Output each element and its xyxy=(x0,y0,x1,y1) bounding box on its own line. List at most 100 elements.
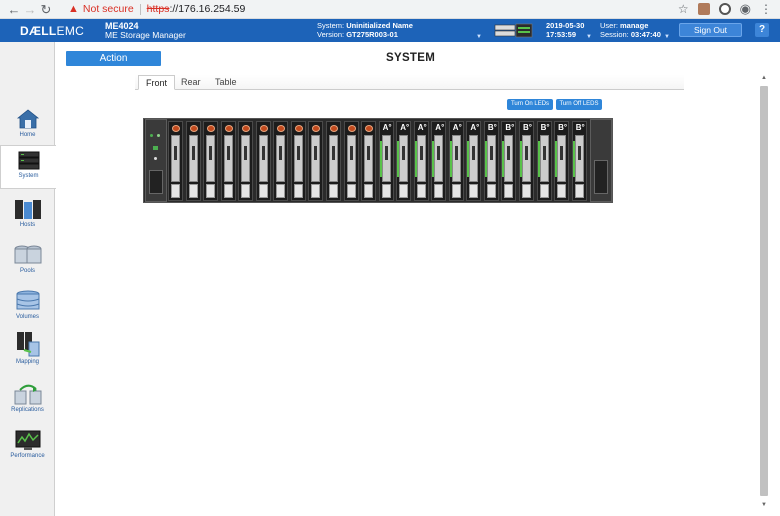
drive-bay[interactable]: B° xyxy=(483,121,499,201)
drive-bay[interactable] xyxy=(168,121,183,201)
drive-bay[interactable]: B° xyxy=(519,121,534,201)
bookmark-star-icon[interactable]: ☆ xyxy=(678,2,689,16)
extension-icon-2[interactable] xyxy=(718,3,731,15)
drive-bay[interactable]: B° xyxy=(536,121,552,201)
drive-handle xyxy=(504,184,514,198)
sidebar-item-replications[interactable]: Replications xyxy=(0,380,55,424)
enclosure-front-view[interactable]: A° A° A° A° A° A° B° B° B° B° B° B° xyxy=(143,118,613,203)
drive-bay[interactable]: A° xyxy=(431,121,447,201)
drive-latch-icon xyxy=(347,125,356,132)
enclosure-right-ear xyxy=(590,119,612,202)
sidebar-item-home[interactable]: Home xyxy=(0,105,55,149)
sidebar-item-mapping[interactable]: Mapping xyxy=(0,328,55,372)
drive-carrier xyxy=(188,135,198,182)
pool-label: B° xyxy=(575,123,585,132)
sidebar-item-performance[interactable]: Performance xyxy=(0,426,55,470)
drive-carrier xyxy=(469,135,479,182)
enclosure-handle xyxy=(149,170,163,194)
drive-carrier xyxy=(206,135,216,182)
tab-front[interactable]: Front xyxy=(138,75,176,90)
scrollbar-thumb[interactable] xyxy=(760,86,768,496)
menu-kebab-icon[interactable]: ⋮ xyxy=(760,2,772,16)
drive-carrier xyxy=(223,135,233,182)
version-label: Version: xyxy=(317,29,345,39)
url-host: ://176.16.254.59 xyxy=(169,3,246,15)
drive-bay[interactable] xyxy=(326,121,341,201)
drive-handle xyxy=(399,184,409,198)
help-button[interactable]: ? xyxy=(755,23,769,37)
drive-bay[interactable]: B° xyxy=(571,121,587,201)
scrollbar[interactable]: ▲ ▼ xyxy=(758,72,770,516)
address-bar[interactable]: ▲ Not secure https://176.16.254.59 xyxy=(68,3,245,15)
datetime-dropdown-icon[interactable]: ▼ xyxy=(586,34,592,40)
back-arrow-icon[interactable]: ← xyxy=(6,0,22,19)
drive-bay[interactable]: A° xyxy=(448,121,464,201)
system-icon xyxy=(18,151,39,170)
drive-bay[interactable] xyxy=(185,121,201,201)
drive-bay[interactable]: B° xyxy=(554,121,570,201)
turn-off-leds-button[interactable]: Turn Off LEDS xyxy=(556,99,602,110)
reload-icon[interactable]: ↻ xyxy=(38,0,54,19)
drive-latch-icon xyxy=(242,125,251,132)
pool-label: B° xyxy=(523,123,532,132)
drive-handle xyxy=(574,184,584,198)
drive-bay[interactable]: B° xyxy=(501,121,517,201)
drive-bay[interactable] xyxy=(255,121,271,201)
drive-bay[interactable] xyxy=(203,121,219,201)
hosts-icon xyxy=(14,200,41,219)
scroll-up-icon[interactable]: ▲ xyxy=(758,75,770,81)
drive-bay[interactable] xyxy=(308,121,324,201)
turn-on-leds-button[interactable]: Turn On LEDs xyxy=(507,99,553,110)
session-label: Session: xyxy=(600,29,629,39)
user-dropdown-icon[interactable]: ▼ xyxy=(664,34,670,40)
sign-out-button[interactable]: Sign Out xyxy=(679,23,742,37)
enclosure-handle xyxy=(594,160,608,194)
sidebar-item-volumes[interactable]: Volumes xyxy=(0,287,55,331)
drive-carrier xyxy=(276,135,286,182)
drive-bay[interactable]: A° xyxy=(466,121,482,201)
tab-table[interactable]: Table xyxy=(208,75,244,90)
sidebar-item-hosts[interactable]: Hosts xyxy=(0,195,55,239)
account-icon[interactable]: ◉ xyxy=(740,1,751,17)
drive-bay[interactable] xyxy=(273,121,289,201)
not-secure-label: Not secure xyxy=(82,3,134,15)
forward-arrow-icon[interactable]: → xyxy=(22,0,38,19)
sidebar-item-system[interactable]: System xyxy=(0,145,56,189)
drive-handle xyxy=(276,184,286,198)
status-led xyxy=(153,146,158,150)
scroll-down-icon[interactable]: ▼ xyxy=(758,502,770,508)
drive-bay[interactable]: A° xyxy=(413,121,429,201)
drive-latch-icon xyxy=(172,125,180,132)
action-button[interactable]: Action xyxy=(66,51,161,66)
drive-bay[interactable] xyxy=(290,121,306,201)
pool-label: A° xyxy=(417,123,427,132)
sidebar-item-pools[interactable]: Pools xyxy=(0,241,55,285)
tab-rear[interactable]: Rear xyxy=(174,75,208,90)
drive-carrier xyxy=(557,135,567,182)
sidebar-label-performance: Performance xyxy=(10,453,45,459)
drive-bay[interactable] xyxy=(238,121,254,201)
replications-icon xyxy=(14,384,41,405)
performance-icon xyxy=(15,430,40,450)
date-time: 2019-05-30 17:53:59 xyxy=(546,21,584,39)
system-dropdown-icon[interactable]: ▼ xyxy=(476,34,482,40)
drive-bay[interactable]: A° xyxy=(396,121,412,201)
home-icon xyxy=(16,109,39,129)
drive-handle xyxy=(451,184,461,198)
drive-bay[interactable] xyxy=(343,121,359,201)
drive-handle xyxy=(381,184,391,198)
drive-latch-icon xyxy=(259,125,268,132)
drive-carrier xyxy=(311,135,321,182)
pool-label: B° xyxy=(558,123,568,132)
extension-icon[interactable] xyxy=(697,3,710,15)
pool-label: A° xyxy=(400,123,410,132)
pool-label: B° xyxy=(505,123,515,132)
drive-bay[interactable] xyxy=(220,121,236,201)
system-health-icon[interactable] xyxy=(494,21,534,40)
drive-latch-icon xyxy=(207,125,216,132)
drive-bay[interactable] xyxy=(361,121,377,201)
sidebar-label-mapping: Mapping xyxy=(15,359,39,365)
drive-carrier xyxy=(399,135,409,182)
drive-bay[interactable]: A° xyxy=(378,121,394,201)
drive-carrier xyxy=(293,135,303,182)
